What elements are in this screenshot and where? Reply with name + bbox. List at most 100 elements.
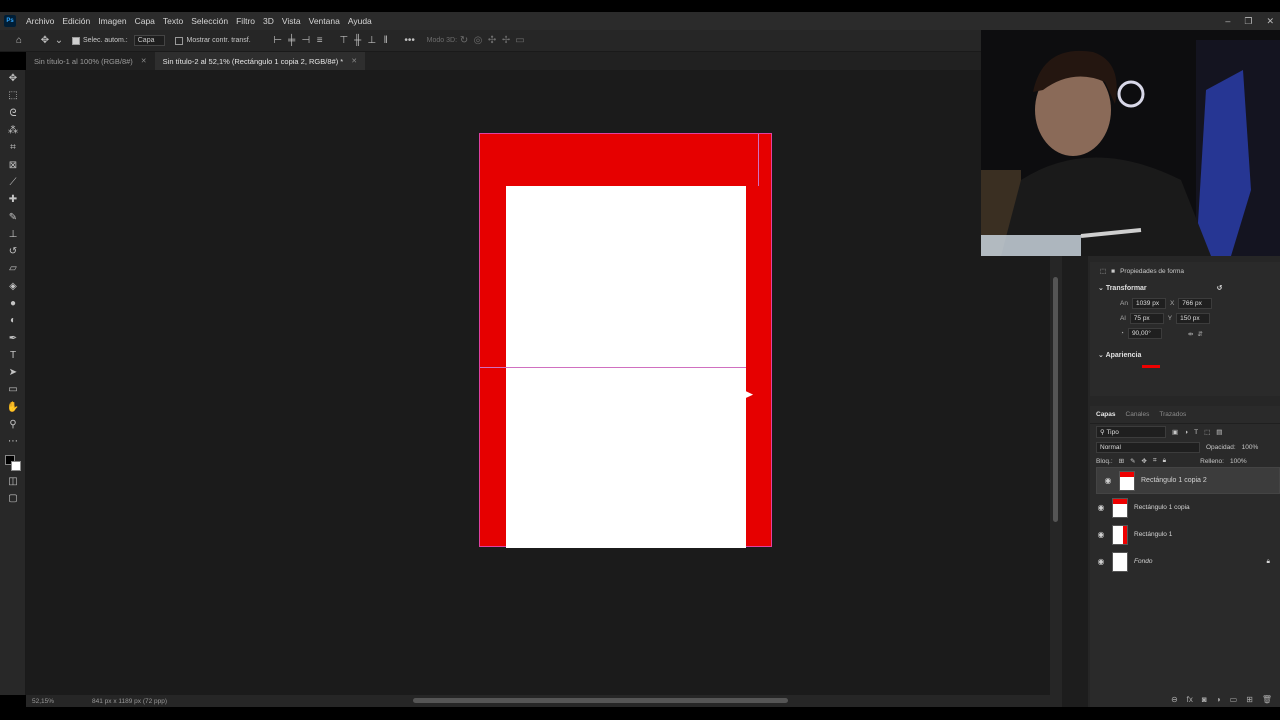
minimize-icon[interactable]: – [1225, 16, 1230, 26]
height-field[interactable]: 75 px [1129, 313, 1164, 324]
menu-texto[interactable]: Texto [159, 16, 187, 26]
lock-all-icon[interactable]: 🔒︎ [1163, 457, 1166, 465]
add-mask-icon[interactable]: ◙ [1202, 695, 1207, 704]
distribute-icon[interactable]: ≡ [313, 34, 327, 48]
filter-shape-icon[interactable]: ⬚ [1204, 428, 1210, 436]
3d-roll-icon[interactable]: ◎ [471, 34, 485, 48]
lock-pixels-icon[interactable]: ✎ [1130, 457, 1135, 465]
filter-image-icon[interactable]: ▣ [1172, 428, 1178, 436]
healing-brush-tool-icon[interactable]: ✚ [0, 191, 26, 208]
frame-tool-icon[interactable]: ⊠ [0, 156, 26, 173]
move-tool-icon[interactable]: ✥ [0, 70, 26, 87]
zoom-tool-icon[interactable]: ⚲ [0, 416, 26, 433]
marquee-tool-icon[interactable]: ⬚ [0, 87, 26, 104]
layer-row[interactable]: ◉ Rectángulo 1 copia [1090, 494, 1280, 521]
tab-trazados[interactable]: Trazados [1159, 411, 1186, 418]
link-layers-icon[interactable]: ⊖ [1171, 695, 1178, 704]
brush-tool-icon[interactable]: ✎ [0, 208, 26, 225]
type-tool-icon[interactable]: T [0, 347, 26, 364]
move-tool-icon[interactable]: ✥ [38, 34, 52, 48]
filter-smart-object-icon[interactable]: ▤ [1216, 428, 1222, 436]
tab-capas[interactable]: Capas [1096, 411, 1116, 418]
horizontal-scrollbar[interactable] [413, 698, 788, 703]
canvas-area[interactable]: ➤ [26, 70, 1050, 695]
menu-edicion[interactable]: Edición [58, 16, 94, 26]
flip-horizontal-icon[interactable]: ⇹ [1188, 330, 1193, 338]
new-adjustment-icon[interactable]: ◑ [1216, 695, 1221, 704]
home-icon[interactable]: ⌂ [12, 34, 26, 48]
restore-icon[interactable]: ❐ [1244, 16, 1252, 27]
filter-adjustment-icon[interactable]: ◑ [1184, 429, 1188, 436]
distribute-v-icon[interactable]: ‖ [379, 34, 393, 48]
magic-wand-tool-icon[interactable]: ⁂ [0, 122, 26, 139]
layer-filter-dropdown[interactable]: ⚲ Tipo [1096, 426, 1166, 438]
close-icon[interactable]: ✕ [1266, 16, 1274, 27]
align-middle-v-icon[interactable]: ╫ [351, 34, 365, 48]
menu-capa[interactable]: Capa [131, 16, 159, 26]
more-options-icon[interactable]: ••• [403, 34, 417, 48]
hand-tool-icon[interactable]: ✋ [0, 399, 26, 416]
eraser-tool-icon[interactable]: ▱ [0, 260, 26, 277]
menu-archivo[interactable]: Archivo [22, 16, 58, 26]
3d-pan-icon[interactable]: ✣ [485, 34, 499, 48]
align-center-h-icon[interactable]: ╪ [285, 34, 299, 48]
auto-select-target-dropdown[interactable]: Capa [133, 35, 166, 46]
more-tools-icon[interactable]: ⋯ [0, 433, 26, 450]
fill-color-swatch[interactable] [1142, 365, 1160, 368]
menu-vista[interactable]: Vista [278, 16, 305, 26]
new-group-icon[interactable]: ▭ [1230, 695, 1238, 704]
menu-ventana[interactable]: Ventana [305, 16, 344, 26]
3d-orbit-icon[interactable]: ↻ [457, 34, 471, 48]
filter-type-icon[interactable]: T [1194, 429, 1198, 436]
3d-camera-icon[interactable]: ▭ [513, 34, 527, 48]
auto-select-checkbox[interactable] [72, 36, 83, 45]
delete-layer-icon[interactable]: 🗑︎ [1262, 695, 1272, 704]
fill-field[interactable]: 100% [1230, 458, 1247, 465]
align-right-icon[interactable]: ⊣ [299, 34, 313, 48]
new-layer-icon[interactable]: ⊞ [1246, 695, 1253, 704]
opacity-field[interactable]: 100% [1242, 444, 1259, 451]
width-field[interactable]: 1039 px [1131, 298, 1166, 309]
show-transform-checkbox[interactable] [175, 36, 186, 45]
layer-row[interactable]: ◉ Rectángulo 1 [1090, 521, 1280, 548]
menu-seleccion[interactable]: Selección [187, 16, 232, 26]
paint-bucket-tool-icon[interactable]: ◈ [0, 278, 26, 295]
align-left-icon[interactable]: ⊢ [271, 34, 285, 48]
transform-section[interactable]: ⌄ Transformar ↺ [1090, 280, 1280, 296]
tab-document-2[interactable]: Sin título-2 al 52,1% (Rectángulo 1 copi… [154, 52, 366, 70]
crop-tool-icon[interactable]: ⌗ [0, 139, 26, 156]
blend-mode-dropdown[interactable]: Normal [1096, 442, 1200, 453]
layer-row[interactable]: ◉ Rectángulo 1 copia 2 [1096, 467, 1280, 494]
y-field[interactable]: 150 px [1176, 313, 1211, 324]
flip-vertical-icon[interactable]: ⇵ [1197, 330, 1202, 338]
angle-field[interactable]: 90,00° [1127, 328, 1162, 339]
screen-mode-icon[interactable]: ▢ [0, 490, 26, 507]
3d-slide-icon[interactable]: ✢ [499, 34, 513, 48]
visibility-eye-icon[interactable]: ◉ [1096, 557, 1106, 566]
quick-mask-icon[interactable]: ◫ [0, 473, 26, 490]
background-color-swatch[interactable] [11, 460, 21, 471]
tab-document-1[interactable]: Sin título-1 al 100% (RGB/8#) ✕ [26, 52, 155, 70]
dodge-tool-icon[interactable]: ◐ [0, 312, 26, 329]
rectangle-tool-icon[interactable]: ▭ [0, 381, 26, 398]
path-selection-tool-icon[interactable]: ➤ [0, 364, 26, 381]
menu-imagen[interactable]: Imagen [94, 16, 130, 26]
menu-ayuda[interactable]: Ayuda [344, 16, 376, 26]
lock-position-icon[interactable]: ✥ [1142, 457, 1147, 465]
close-icon[interactable]: ✕ [351, 57, 357, 65]
chevron-down-icon[interactable]: ⌄ [52, 34, 66, 48]
menu-3d[interactable]: 3D [259, 16, 278, 26]
visibility-eye-icon[interactable]: ◉ [1096, 503, 1106, 512]
align-bottom-icon[interactable]: ⊥ [365, 34, 379, 48]
history-brush-tool-icon[interactable]: ↺ [0, 243, 26, 260]
eyedropper-tool-icon[interactable]: ⟋ [0, 174, 26, 191]
clone-stamp-tool-icon[interactable]: ⊥ [0, 226, 26, 243]
layer-row[interactable]: ◉ Fondo 🔒︎ [1090, 548, 1280, 575]
lasso-tool-icon[interactable]: ᘓ [0, 105, 26, 122]
x-field[interactable]: 766 px [1178, 298, 1213, 309]
lock-artboard-icon[interactable]: ⌗ [1153, 457, 1157, 465]
blur-tool-icon[interactable]: ● [0, 295, 26, 312]
add-style-icon[interactable]: fx [1187, 695, 1193, 704]
zoom-level[interactable]: 52,15% [32, 698, 92, 705]
document-canvas[interactable] [479, 133, 772, 548]
